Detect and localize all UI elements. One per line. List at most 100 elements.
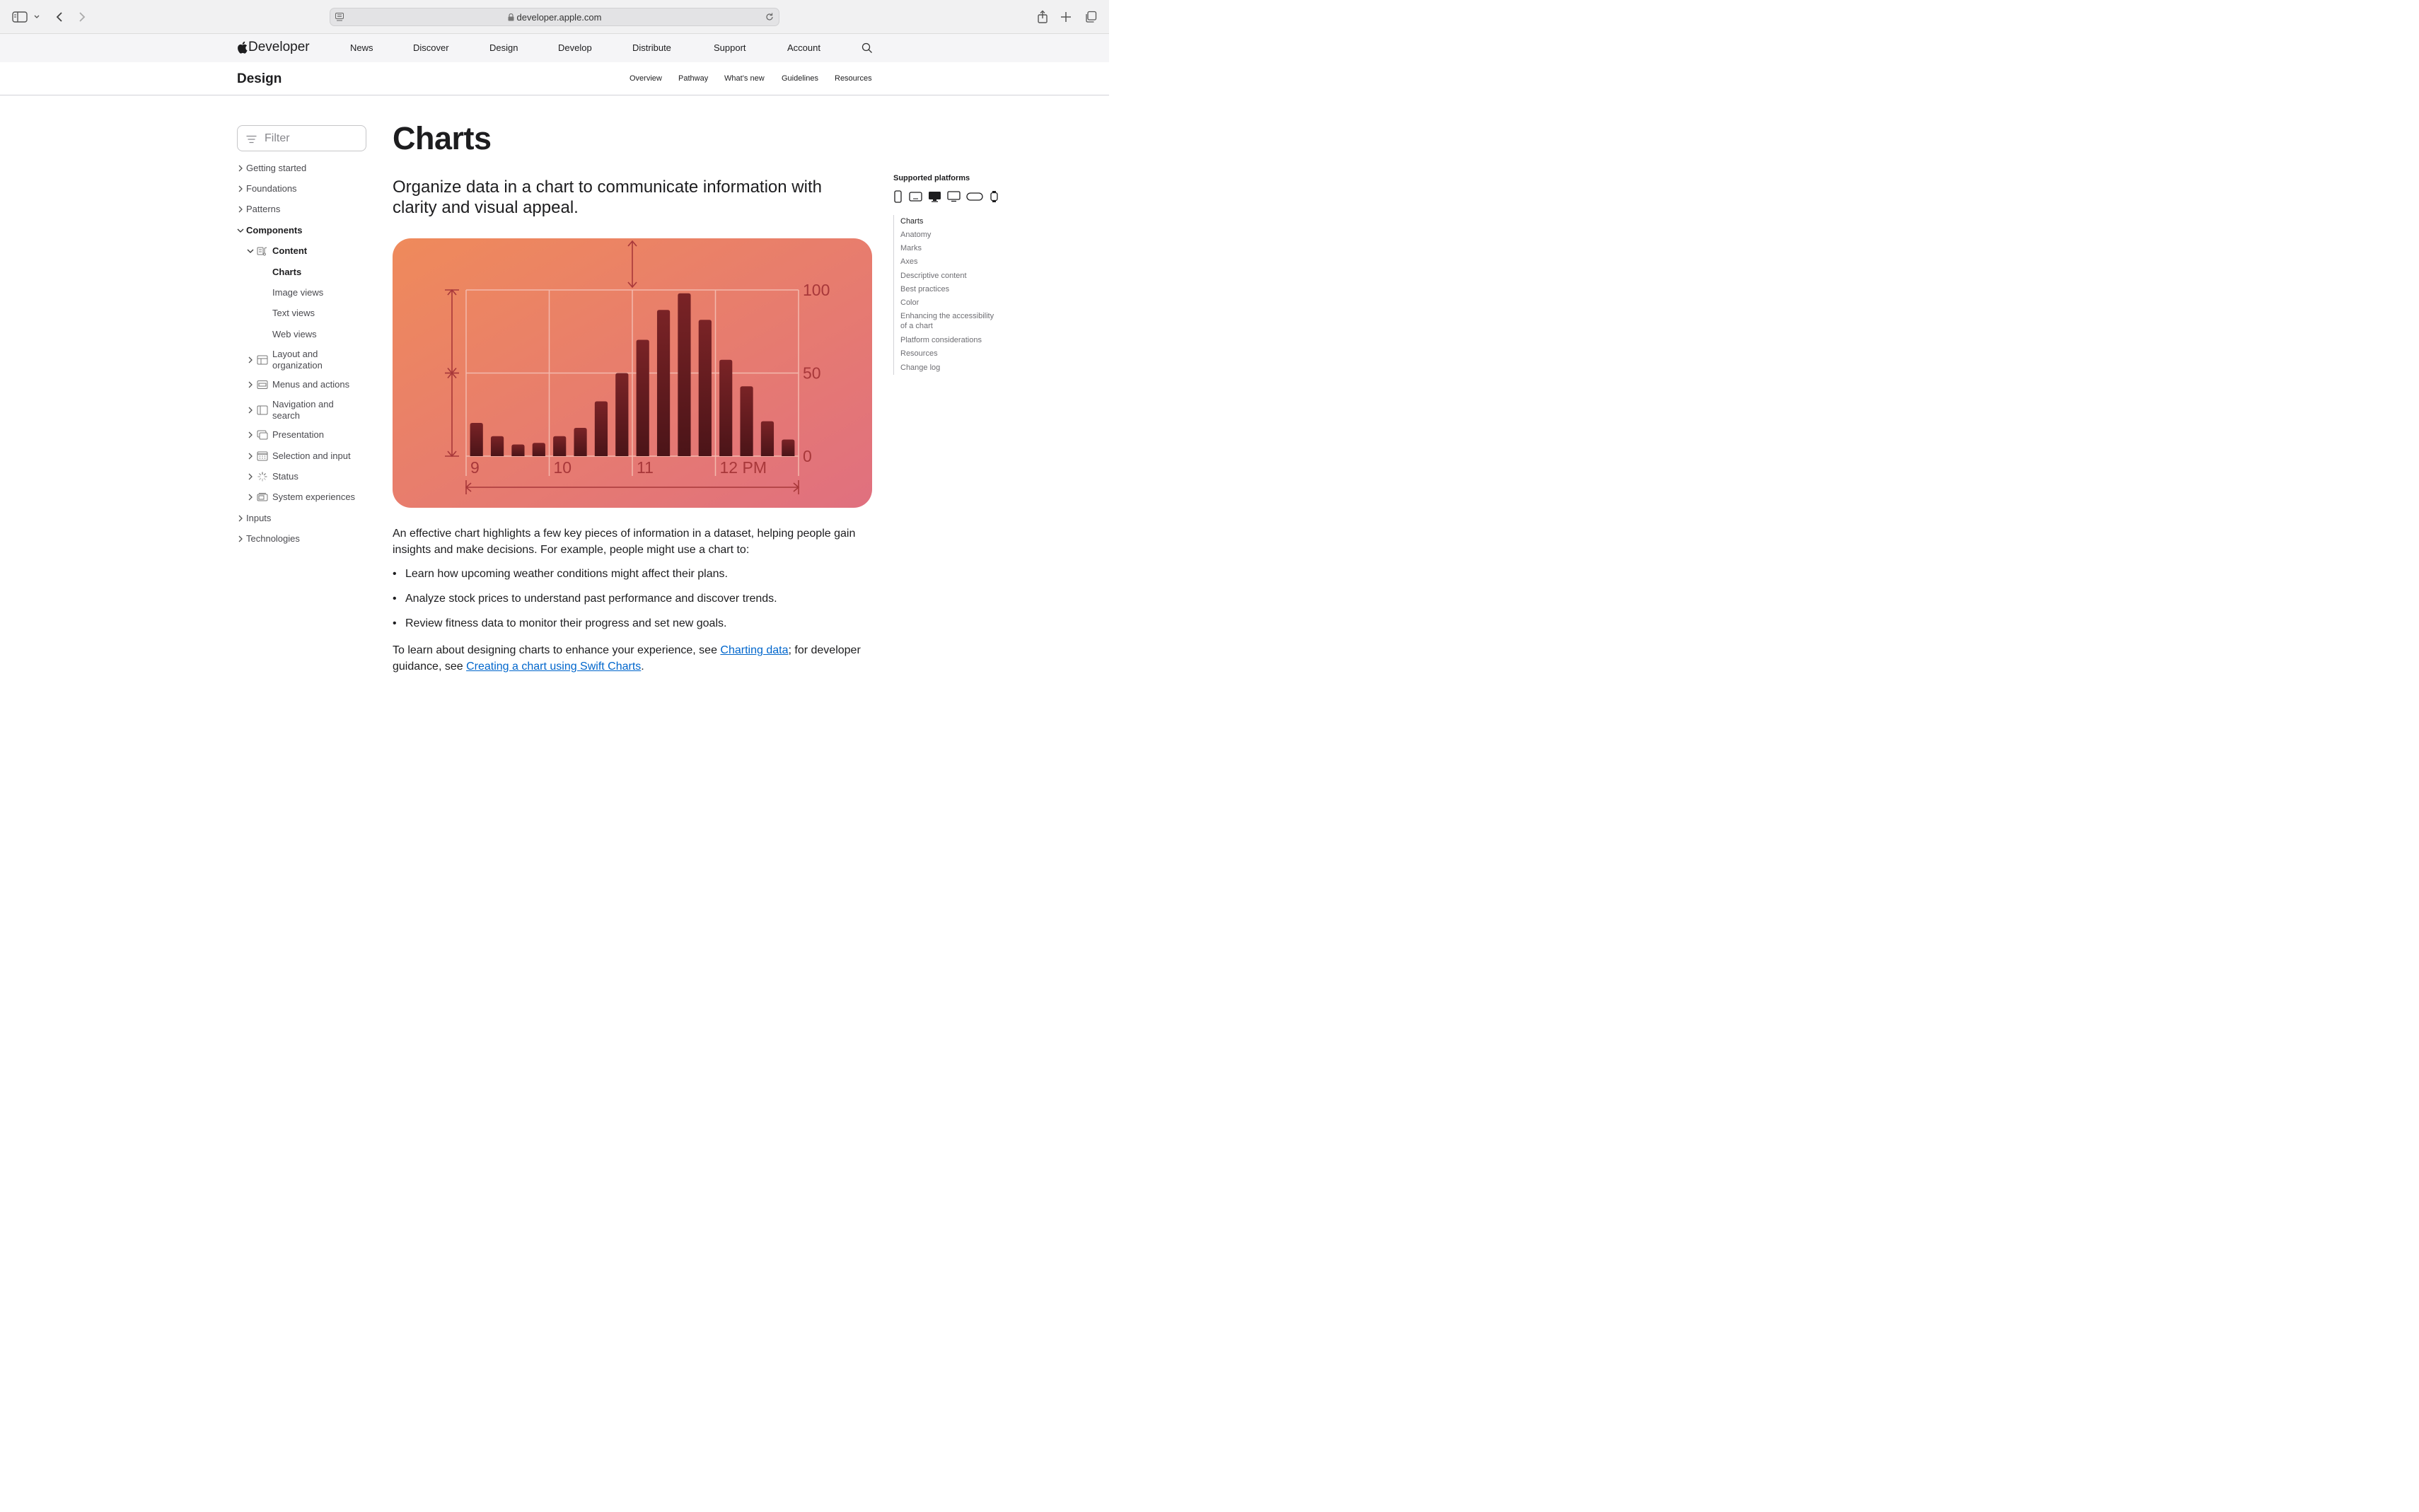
local-link-guidelines[interactable]: Guidelines [782, 74, 818, 83]
chevron-right-icon [245, 407, 255, 414]
page-intro: Organize data in a chart to communicate … [393, 178, 822, 217]
sidebar-item-presentation[interactable]: Presentation [245, 429, 324, 440]
sidebar-item-label: Text views [272, 308, 315, 318]
chart-bar [678, 293, 691, 456]
sidebar-item-label: System experiences [272, 492, 356, 502]
forward-icon[interactable] [74, 8, 91, 25]
swift-charts-link[interactable]: Creating a chart using Swift Charts [466, 661, 641, 673]
nav-account[interactable]: Account [787, 42, 820, 53]
chevron-right-icon [245, 381, 255, 388]
nav-support[interactable]: Support [714, 42, 746, 53]
sidebar-item-layout-and-organization[interactable]: Layout and organization [245, 349, 323, 371]
share-icon[interactable] [1034, 8, 1051, 25]
nav-develop[interactable]: Develop [558, 42, 592, 53]
nav-design[interactable]: Design [489, 42, 518, 53]
local-link-resources[interactable]: Resources [835, 74, 872, 83]
developer-logo[interactable]: Developer [237, 40, 310, 55]
sidebar-item-label: Web views [272, 329, 317, 339]
sidebar-item-label: Navigation and search [272, 399, 334, 421]
sidebar-item-label: Foundations [246, 183, 297, 194]
sidebar-item-getting-started[interactable]: Getting started [236, 163, 306, 173]
tv-icon[interactable] [946, 190, 961, 204]
brand-label: Developer [248, 40, 310, 54]
charting-data-link[interactable]: Charting data [720, 644, 788, 656]
x-tick-label: 10 [554, 458, 572, 477]
mac-icon[interactable] [927, 190, 941, 204]
toc-item-change-log[interactable]: Change log [900, 363, 1007, 373]
tab-overview-icon[interactable] [1082, 8, 1099, 25]
toc-item-best-practices[interactable]: Best practices [900, 284, 1007, 294]
chart-bar [656, 310, 671, 456]
sidebar-item-foundations[interactable]: Foundations [236, 183, 297, 194]
vision-pro-icon[interactable] [965, 190, 983, 204]
sidebar-item-navigation-and-search[interactable]: Navigation and search [245, 399, 334, 421]
chart-bar [698, 320, 712, 456]
body-paragraph: An effective chart highlights a few key … [393, 528, 856, 556]
nav-news[interactable]: News [350, 42, 373, 53]
bullet-text: Analyze stock prices to understand past … [405, 593, 777, 605]
list-item: • Review fitness data to monitor their pr… [393, 617, 726, 630]
sidebar-item-technologies[interactable]: Technologies [236, 533, 300, 544]
iphone-icon[interactable] [893, 190, 902, 204]
back-icon[interactable] [51, 8, 68, 25]
toc-item-platform-considerations[interactable]: Platform considerations [900, 335, 1007, 345]
sidebar-item-components[interactable]: Components [236, 225, 302, 235]
x-tick-label: 11 [637, 458, 654, 477]
url-label: developer.apple.com [516, 12, 602, 23]
chevron-down-icon[interactable] [30, 8, 44, 25]
chevron-right-icon [245, 453, 255, 460]
chart-bar [490, 436, 504, 456]
section-title[interactable]: Design [237, 71, 282, 87]
sidebar-toggle-icon[interactable] [11, 8, 28, 25]
reload-icon[interactable] [765, 12, 775, 25]
sidebar-item-image-views[interactable]: Image views [272, 287, 323, 298]
sidebar-item-patterns[interactable]: Patterns [236, 204, 280, 214]
sidebar-item-system-experiences[interactable]: System experiences [245, 492, 355, 502]
calendar-icon [257, 451, 268, 461]
bullet-dot: • [393, 593, 397, 605]
chart-bar [553, 436, 567, 456]
sidebar-item-selection-and-input[interactable]: Selection and input [245, 450, 351, 461]
local-link-pathway[interactable]: Pathway [678, 74, 708, 83]
nav-discover[interactable]: Discover [413, 42, 449, 53]
sidebar-item-inputs[interactable]: Inputs [236, 513, 271, 523]
chart-bar [574, 428, 587, 456]
chart-bar [740, 386, 753, 456]
watch-icon[interactable] [989, 190, 999, 204]
list-item: • Analyze stock prices to understand past… [393, 593, 777, 605]
sidebar-item-label: Content [272, 245, 308, 256]
sidebar-item-label: Technologies [246, 533, 300, 544]
chevron-right-icon [245, 473, 255, 480]
apple-logo-icon [237, 41, 248, 54]
layout-icon [257, 355, 268, 365]
address-bar[interactable]: developer.apple.com [330, 8, 779, 26]
toc-item-anatomy[interactable]: Anatomy [900, 230, 1007, 240]
sidebar-item-label: Components [246, 225, 303, 235]
presentation-icon [257, 430, 268, 440]
nav-distribute[interactable]: Distribute [632, 42, 671, 53]
toc-item-resources[interactable]: Resources [900, 349, 1007, 359]
sidebar-item-menus-and-actions[interactable]: Menus and actions [245, 379, 349, 390]
toc-item-marks[interactable]: Marks [900, 243, 1007, 253]
toc-item-axes[interactable]: Axes [900, 257, 1007, 267]
toc-item-color[interactable]: Color [900, 298, 1007, 308]
sidebar-item-charts[interactable]: Charts [272, 267, 301, 277]
search-icon[interactable] [862, 42, 873, 57]
local-link-whats-new[interactable]: What’s new [724, 74, 765, 83]
toc-item-charts[interactable]: Charts [900, 216, 1007, 226]
chevron-right-icon [236, 535, 245, 542]
chart-bar [636, 339, 649, 456]
sidebar-item-web-views[interactable]: Web views [272, 329, 317, 339]
chart-bar [594, 401, 608, 456]
local-link-overview[interactable]: Overview [630, 74, 662, 83]
toc-item-accessibility[interactable]: Enhancing the accessibility of a chart [900, 311, 1007, 331]
supported-platforms-title: Supported platforms [893, 174, 970, 182]
chart-bar [511, 444, 525, 456]
filter-input[interactable]: Filter [237, 125, 366, 151]
ipad-icon[interactable] [908, 190, 922, 204]
sidebar-item-status[interactable]: Status [245, 471, 298, 482]
sidebar-item-text-views[interactable]: Text views [272, 308, 315, 318]
new-tab-icon[interactable] [1057, 8, 1074, 25]
toc-item-descriptive-content[interactable]: Descriptive content [900, 271, 1007, 281]
sidebar-item-content[interactable]: Content [245, 245, 307, 256]
